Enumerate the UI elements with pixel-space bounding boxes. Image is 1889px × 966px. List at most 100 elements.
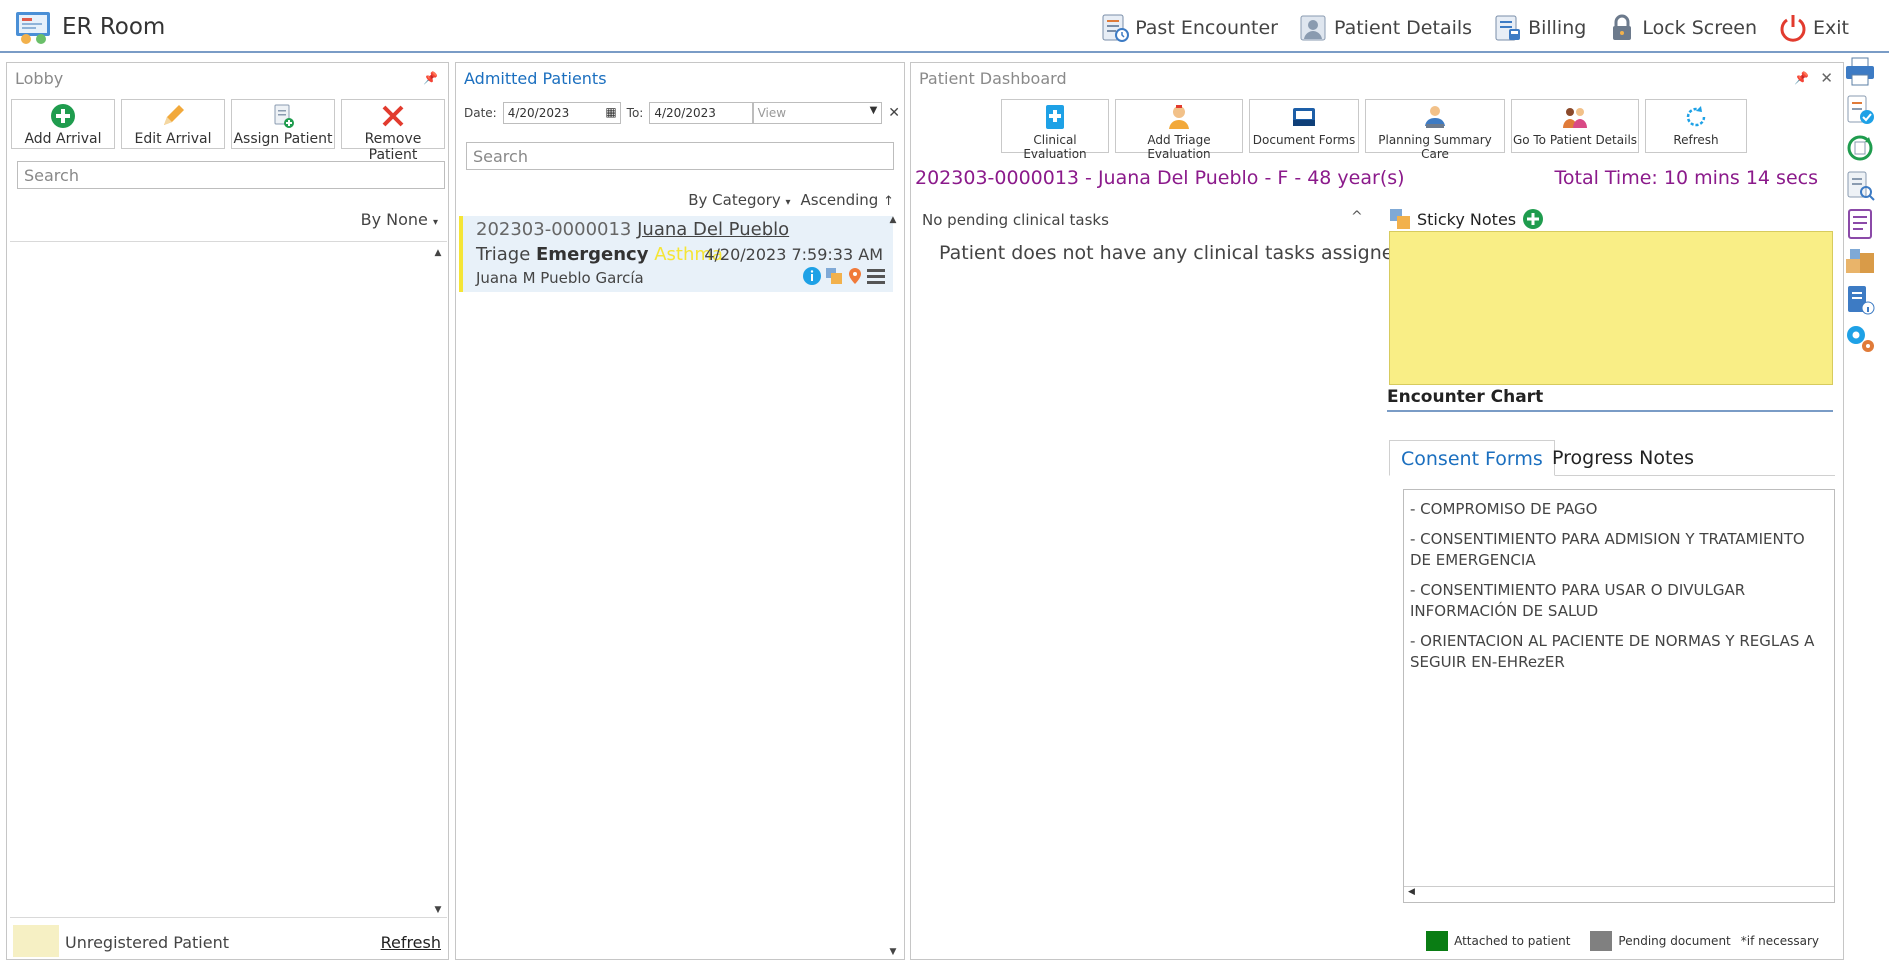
hamburger-menu-icon[interactable] (867, 268, 885, 284)
view-placeholder: View (757, 106, 787, 120)
refresh-icon (1686, 106, 1706, 127)
total-time: Total Time: 10 mins 14 secs (1554, 167, 1819, 189)
horizontal-scrollbar[interactable]: ◀ (1404, 886, 1834, 902)
sticky-notes-icon[interactable] (825, 267, 843, 285)
remove-patient-button[interactable]: Remove Patient (341, 99, 445, 163)
pin-icon[interactable]: 📌 (1794, 71, 1809, 85)
order-sort-toggle[interactable]: Ascending ↑ (801, 191, 894, 209)
clinical-tasks-title: No pending clinical tasks (922, 211, 1109, 229)
billing-button[interactable]: Billing (1492, 12, 1586, 44)
add-arrival-button[interactable]: Add Arrival (11, 99, 115, 149)
consent-form-item[interactable]: - CONSENTIMIENTO PARA USAR O DIVULGAR IN… (1404, 580, 1824, 622)
go-to-patient-details-label: Go To Patient Details (1512, 133, 1638, 147)
pending-swatch (1590, 931, 1613, 951)
close-icon[interactable]: ✕ (888, 105, 900, 121)
tab-consent-forms[interactable]: Consent Forms (1389, 440, 1555, 476)
lock-screen-button[interactable]: Lock Screen (1606, 12, 1757, 44)
date-from-input[interactable]: 4/20/2023 ▦ (502, 102, 621, 124)
lobby-search-input[interactable]: Search (17, 161, 445, 189)
lobby-panel: Lobby 📌 Add Arrival Edit Arrival Assign … (6, 62, 449, 960)
lock-screen-label: Lock Screen (1642, 17, 1758, 39)
collapse-caret-icon[interactable]: ^ (1351, 209, 1363, 225)
clinical-tasks-empty-message: Patient does not have any clinical tasks… (939, 242, 1406, 264)
patient-dashboard-panel: Patient Dashboard 📌 ✕ Clinical Evaluatio… (910, 62, 1844, 960)
location-pin-icon[interactable] (847, 267, 863, 285)
date-to-input[interactable]: 4/20/2023 (649, 102, 753, 124)
patient-name-link[interactable]: Juana Del Pueblo (637, 219, 789, 240)
top-actions: Past Encounter Patient Details Billing L… (1079, 8, 1849, 48)
checklist-icon[interactable] (1843, 93, 1877, 127)
exit-label: Exit (1813, 17, 1849, 39)
assign-patient-button[interactable]: Assign Patient (231, 99, 335, 149)
report-info-icon[interactable] (1843, 283, 1877, 317)
clinical-evaluation-icon (1046, 105, 1064, 129)
add-triage-evaluation-button[interactable]: Add Triage Evaluation (1115, 99, 1243, 161)
patient-details-icon (1300, 15, 1326, 41)
info-icon[interactable] (803, 267, 821, 285)
consent-form-item[interactable]: - ORIENTACION AL PACIENTE DE NORMAS Y RE… (1404, 631, 1824, 673)
add-triage-evaluation-label: Add Triage Evaluation (1147, 133, 1211, 161)
calendar-icon[interactable]: ▦ (605, 105, 616, 119)
sticky-notes-label: Sticky Notes (1417, 209, 1517, 229)
printer-icon[interactable] (1843, 55, 1877, 89)
sticky-notes-pad[interactable] (1389, 231, 1833, 385)
past-encounter-icon (1102, 14, 1130, 42)
triage-nurse-icon (1169, 105, 1189, 129)
clinical-evaluation-button[interactable]: Clinical Evaluation (1001, 99, 1109, 161)
triage-level: Emergency (536, 244, 649, 265)
document-legend: Attached to patient Pending document *if… (1426, 931, 1819, 951)
planning-summary-care-button[interactable]: Planning Summary Care (1365, 99, 1505, 161)
view-select[interactable]: View ▼ (752, 102, 883, 124)
scroll-up-icon[interactable]: ▲ (886, 215, 900, 225)
tab-progress-notes[interactable]: Progress Notes (1541, 440, 1705, 476)
family-icon (1563, 108, 1587, 128)
patient-details-button[interactable]: Patient Details (1298, 12, 1472, 44)
patient-id-line: 202303-0000013 Juana Del Pueblo (476, 219, 789, 240)
triage-line: Triage Emergency Asthma (476, 244, 723, 265)
document-search-icon[interactable] (1843, 169, 1877, 203)
past-encounter-button[interactable]: Past Encounter (1099, 12, 1278, 44)
right-toolbar (1843, 55, 1881, 359)
dashboard-refresh-button[interactable]: Refresh (1645, 99, 1747, 153)
pencil-icon (164, 105, 184, 125)
date-to-value: 4/20/2023 (654, 106, 716, 120)
scroll-down-icon[interactable]: ▼ (431, 905, 445, 915)
date-filter-row: Date: 4/20/2023 ▦ To: 4/20/2023 View ▼ ✕ (464, 101, 900, 125)
settings-gears-icon[interactable] (1843, 321, 1877, 355)
form-list-icon[interactable] (1843, 207, 1877, 241)
caret-down-icon: ▼ (869, 105, 878, 116)
scroll-up-icon[interactable]: ▲ (431, 248, 445, 258)
sticky-notes-header: Sticky Notes (1389, 208, 1544, 230)
document-tray-icon (1293, 108, 1315, 126)
close-icon[interactable]: ✕ (1820, 69, 1833, 87)
add-icon (51, 104, 75, 128)
admitted-patient-card[interactable]: 202303-0000013 Juana Del Pueblo Triage E… (459, 216, 893, 292)
pending-label: Pending document (1618, 934, 1731, 948)
boxes-icon[interactable] (1843, 245, 1877, 279)
app-title: ER Room (62, 14, 166, 40)
scroll-down-icon[interactable]: ▼ (886, 947, 900, 957)
lobby-sort-dropdown[interactable]: By None ▾ (361, 210, 438, 229)
consent-form-item[interactable]: - COMPROMISO DE PAGO (1404, 499, 1834, 520)
if-necessary-note: *if necessary (1740, 934, 1819, 948)
date-label: Date: (464, 106, 497, 120)
lock-icon (1613, 14, 1632, 40)
admitted-search-input[interactable]: Search (466, 142, 894, 170)
order-sort-label: Ascending (800, 191, 879, 209)
category-sort-dropdown[interactable]: By Category ▾ (688, 191, 790, 209)
patient-timestamp: 4/20/2023 7:59:33 AM (704, 245, 883, 264)
past-encounter-label: Past Encounter (1135, 17, 1278, 39)
triage-prefix: Triage (476, 244, 531, 265)
attached-swatch (1426, 931, 1449, 951)
consent-form-item[interactable]: - CONSENTIMIENTO PARA ADMISION Y TRATAMI… (1404, 529, 1824, 571)
document-forms-button[interactable]: Document Forms (1249, 99, 1359, 153)
sticky-notes-icon (1390, 209, 1410, 229)
history-refresh-icon[interactable] (1843, 131, 1877, 165)
lobby-refresh-link[interactable]: Refresh (381, 933, 441, 952)
pin-icon[interactable]: 📌 (423, 71, 438, 85)
edit-arrival-button[interactable]: Edit Arrival (121, 99, 225, 149)
exit-button[interactable]: Exit (1777, 12, 1849, 44)
billing-icon (1495, 15, 1521, 41)
add-note-icon[interactable] (1522, 208, 1544, 230)
go-to-patient-details-button[interactable]: Go To Patient Details (1511, 99, 1639, 153)
